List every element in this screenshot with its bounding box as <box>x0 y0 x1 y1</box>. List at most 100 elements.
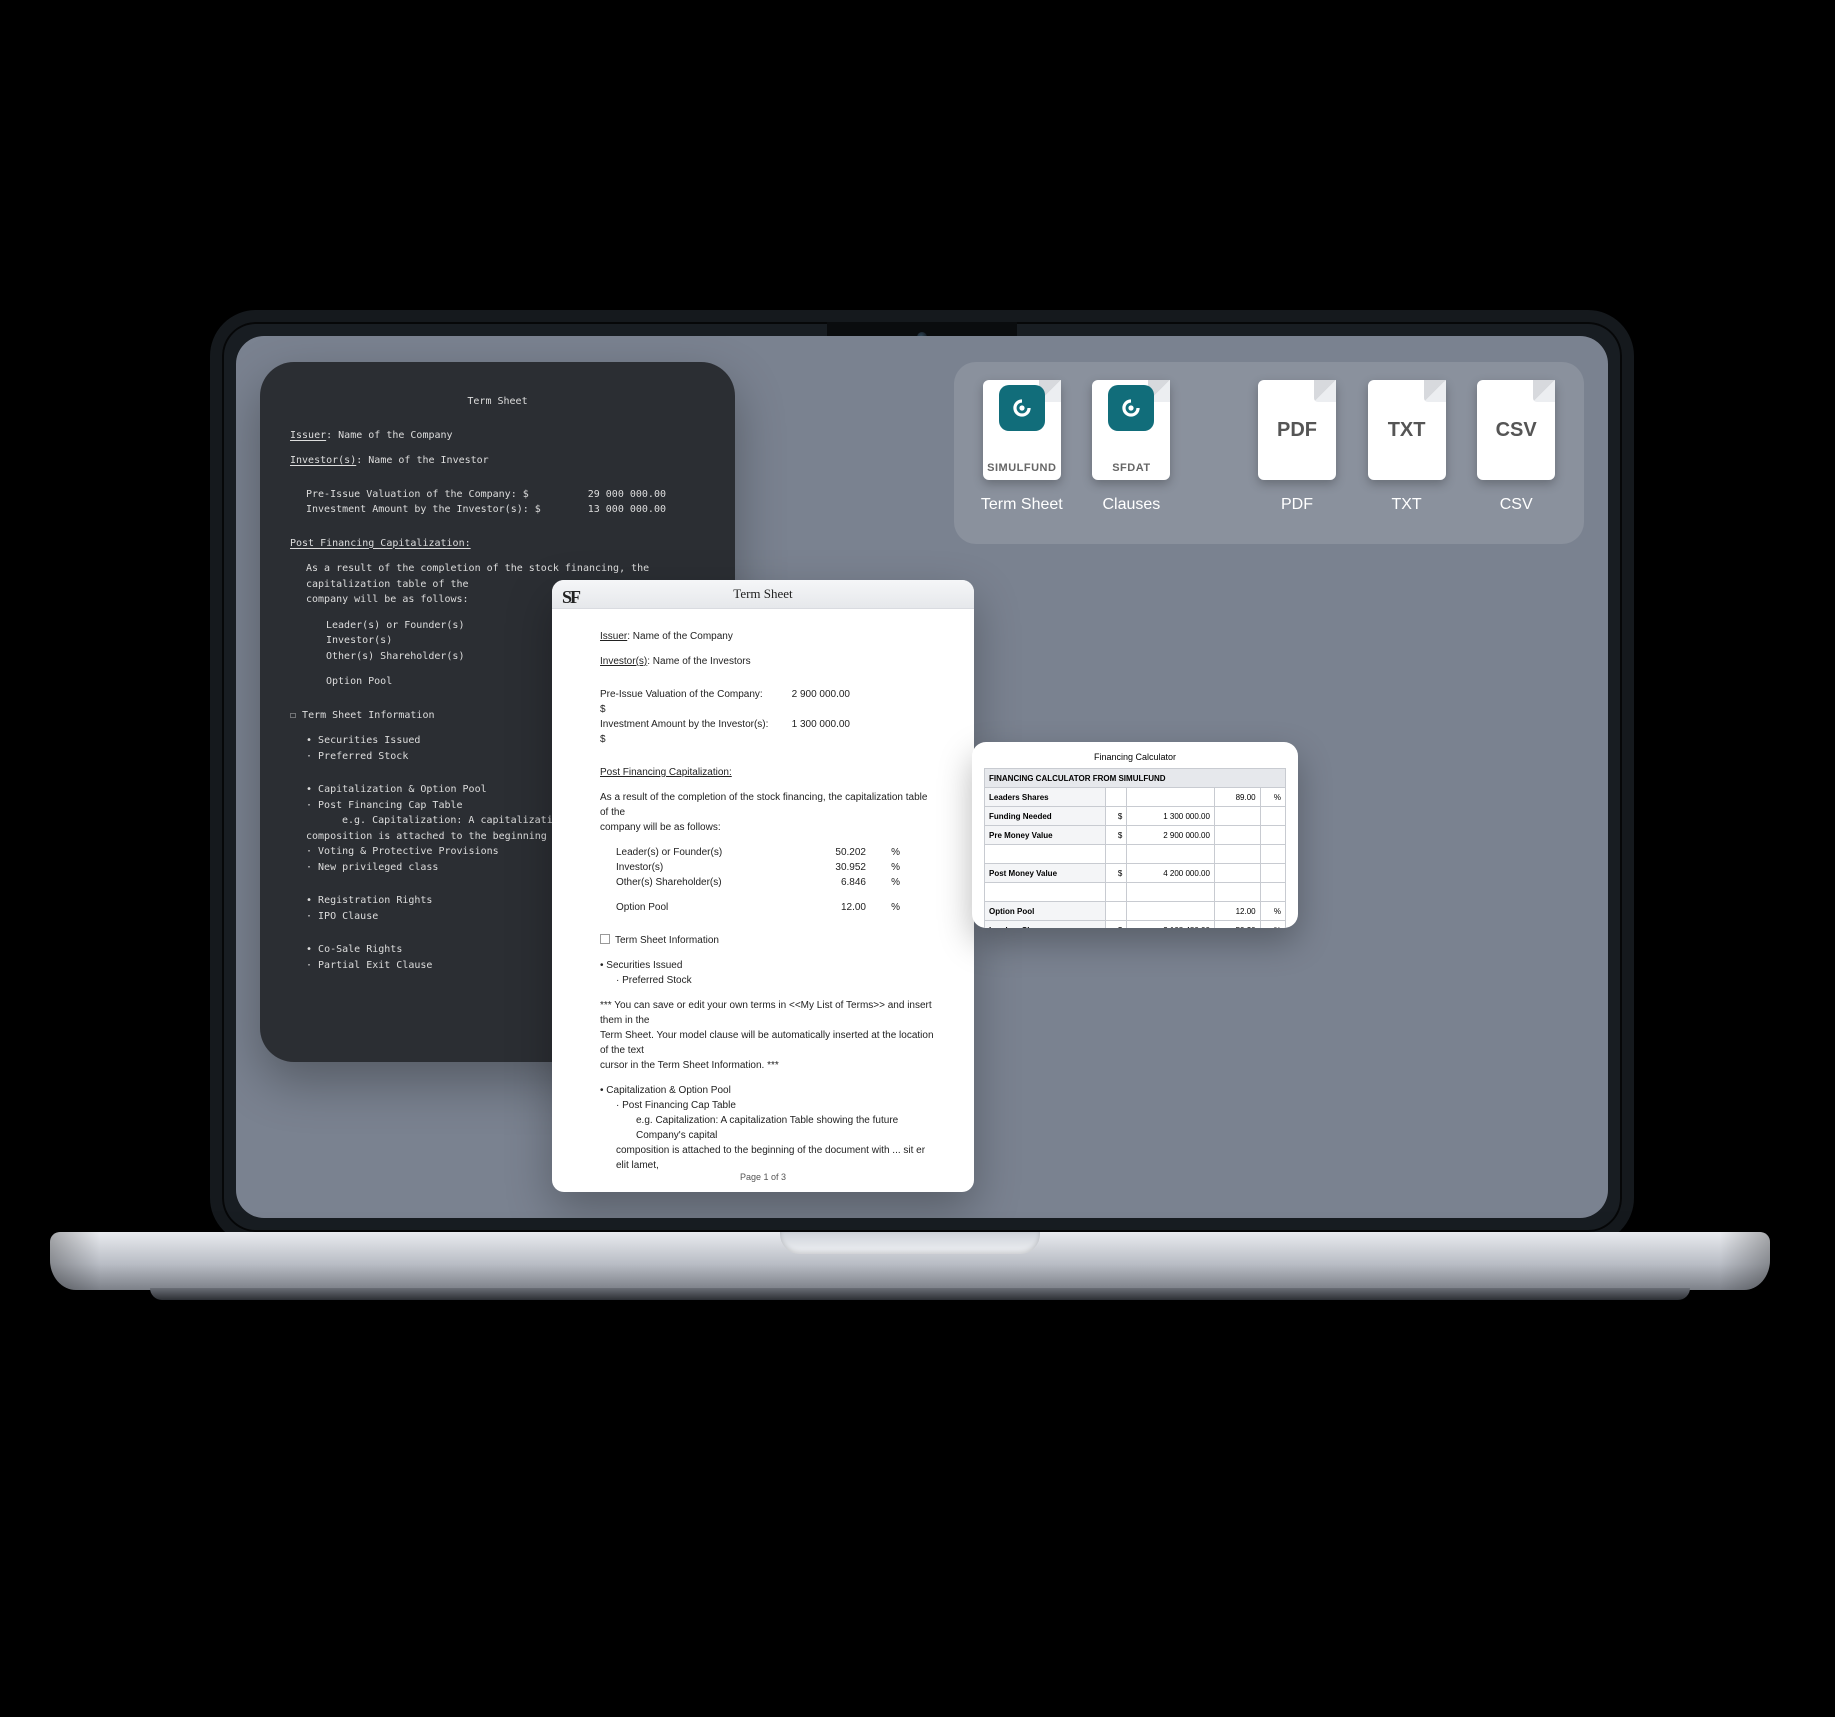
cell-amount <box>1127 845 1215 864</box>
sheet-row: Post Money Value$4 200 000.00 <box>985 864 1286 883</box>
sheet-row: Pre Money Value$2 900 000.00 <box>985 826 1286 845</box>
cell-amount: 4 200 000.00 <box>1127 864 1215 883</box>
cell-amount <box>1127 788 1215 807</box>
document-icon: SFDAT <box>1092 380 1170 480</box>
cell-percent: 50.20 <box>1214 921 1260 929</box>
issuer-value: : Name of the Company <box>326 430 452 441</box>
inv-amount-value: 13 000 000.00 <box>566 502 666 518</box>
file-csv[interactable]: CSV CSV <box>1474 380 1558 514</box>
sheet-title: Financing Calculator <box>984 752 1286 762</box>
cap-row: Leader(s) or Founder(s) 50.202 % <box>600 845 934 860</box>
cell-currency: $ <box>1106 826 1127 845</box>
cell-unit <box>1260 864 1285 883</box>
pre-issue-value: 29 000 000.00 <box>566 487 666 503</box>
sheet-row: Option Pool 12.00% <box>985 902 1286 921</box>
file-label: TXT <box>1365 496 1449 514</box>
cell-label: Option Pool <box>985 902 1106 921</box>
cell-percent: 89.00 <box>1214 788 1260 807</box>
sheet-header: FINANCING CALCULATOR FROM SIMULFUND <box>985 769 1286 788</box>
cell-unit <box>1260 807 1285 826</box>
cell-currency <box>1106 788 1127 807</box>
investor-value: : Name of the Investors <box>647 656 750 667</box>
cap-sub: · Post Financing Cap Table <box>600 1098 934 1113</box>
cap-eg2: composition is attached to the beginning… <box>600 1143 934 1173</box>
sec-pref: · Preferred Stock <box>600 973 934 988</box>
investor-key: Investor(s) <box>290 455 356 466</box>
post-fin-text2: company will be as follows: <box>600 820 934 835</box>
cell-currency: $ <box>1106 921 1127 929</box>
sheet-row <box>985 883 1286 902</box>
ts-info: Term Sheet Information <box>302 710 434 721</box>
file-ext-tag: TXT <box>1388 419 1426 442</box>
issuer-value: : Name of the Company <box>627 631 733 642</box>
file-term-sheet[interactable]: SIMULFUND Term Sheet <box>980 380 1064 514</box>
file-label: PDF <box>1255 496 1339 514</box>
file-label: CSV <box>1474 496 1558 514</box>
ts-info: Term Sheet Information <box>615 935 719 946</box>
page-title: Term Sheet <box>733 586 792 601</box>
cell-percent: 12.00 <box>1214 902 1260 921</box>
cell-label <box>985 845 1106 864</box>
cell-label: Pre Money Value <box>985 826 1106 845</box>
note-line: Term Sheet. Your model clause will be au… <box>600 1028 934 1058</box>
sec-issued: Securities Issued <box>606 960 682 971</box>
bullet: Registration Rights <box>318 895 432 906</box>
file-txt[interactable]: TXT TXT <box>1365 380 1449 514</box>
cell-unit: % <box>1260 788 1285 807</box>
file-pdf[interactable]: PDF PDF <box>1255 380 1339 514</box>
document-icon: PDF <box>1258 380 1336 480</box>
note-line: cursor in the Term Sheet Information. **… <box>600 1058 934 1073</box>
simulfund-app-icon <box>999 385 1045 431</box>
cell-percent <box>1214 826 1260 845</box>
sf-logo: SF <box>562 583 579 611</box>
cell-percent <box>1214 883 1260 902</box>
doc-title: Term Sheet <box>290 394 705 410</box>
cell-currency: $ <box>1106 864 1127 883</box>
sheet-table: FINANCING CALCULATOR FROM SIMULFUND Lead… <box>984 768 1286 928</box>
document-icon: SIMULFUND <box>983 380 1061 480</box>
cell-amount: 2 900 000.00 <box>1127 826 1215 845</box>
laptop-foot <box>150 1288 1690 1300</box>
bullet: Securities Issued <box>318 735 420 746</box>
sheet-row <box>985 845 1286 864</box>
file-clauses[interactable]: SFDAT Clauses <box>1090 380 1174 514</box>
cell-currency <box>1106 883 1127 902</box>
sheet-row: Leaders Shares$2 108 480.0050.20% <box>985 921 1286 929</box>
trackpad-slot <box>780 1232 1040 1254</box>
inv-amount-label: Investment Amount by the Investor(s): $ <box>600 717 770 747</box>
document-icon: TXT <box>1368 380 1446 480</box>
cell-label: Leaders Shares <box>985 788 1106 807</box>
cell-unit <box>1260 826 1285 845</box>
cell-percent <box>1214 864 1260 883</box>
note-line: *** You can save or edit your own terms … <box>600 998 934 1028</box>
cap-row: Other(s) Shareholder(s) 6.846 % <box>600 875 934 890</box>
bullet: Capitalization & Option Pool <box>318 784 487 795</box>
checkbox-empty-icon <box>600 934 610 944</box>
cell-currency: $ <box>1106 807 1127 826</box>
issuer-key: Issuer <box>600 631 627 642</box>
cell-percent <box>1214 807 1260 826</box>
issuer-key: Issuer <box>290 430 326 441</box>
pre-issue-label: Pre-Issue Valuation of the Company: $ <box>306 487 566 503</box>
file-ext-tag: PDF <box>1277 419 1317 442</box>
file-subtype: SFDAT <box>1092 462 1170 474</box>
bullet: Co-Sale Rights <box>318 944 402 955</box>
pre-issue-label: Pre-Issue Valuation of the Company: $ <box>600 687 770 717</box>
laptop-base <box>50 1232 1770 1290</box>
cell-amount: 1 300 000.00 <box>1127 807 1215 826</box>
investor-key: Investor(s) <box>600 656 647 667</box>
cell-unit: % <box>1260 902 1285 921</box>
file-ext-tag: CSV <box>1496 419 1537 442</box>
file-label: Clauses <box>1090 496 1174 514</box>
option-pool-row: Option Pool 12.00 % <box>600 900 934 915</box>
cell-label: Post Money Value <box>985 864 1106 883</box>
sheet-row: Funding Needed$1 300 000.00 <box>985 807 1286 826</box>
page-header: SF Term Sheet <box>552 580 974 609</box>
page-footer: Page 1 of 3 <box>552 1172 974 1182</box>
financing-calculator-csv-preview: Financing Calculator FINANCING CALCULATO… <box>972 742 1298 928</box>
cell-currency <box>1106 902 1127 921</box>
investor-value: : Name of the Investor <box>356 455 488 466</box>
file-subtype: SIMULFUND <box>983 462 1061 474</box>
post-fin-hdr: Post Financing Capitalization: <box>600 767 732 778</box>
cell-label: Funding Needed <box>985 807 1106 826</box>
